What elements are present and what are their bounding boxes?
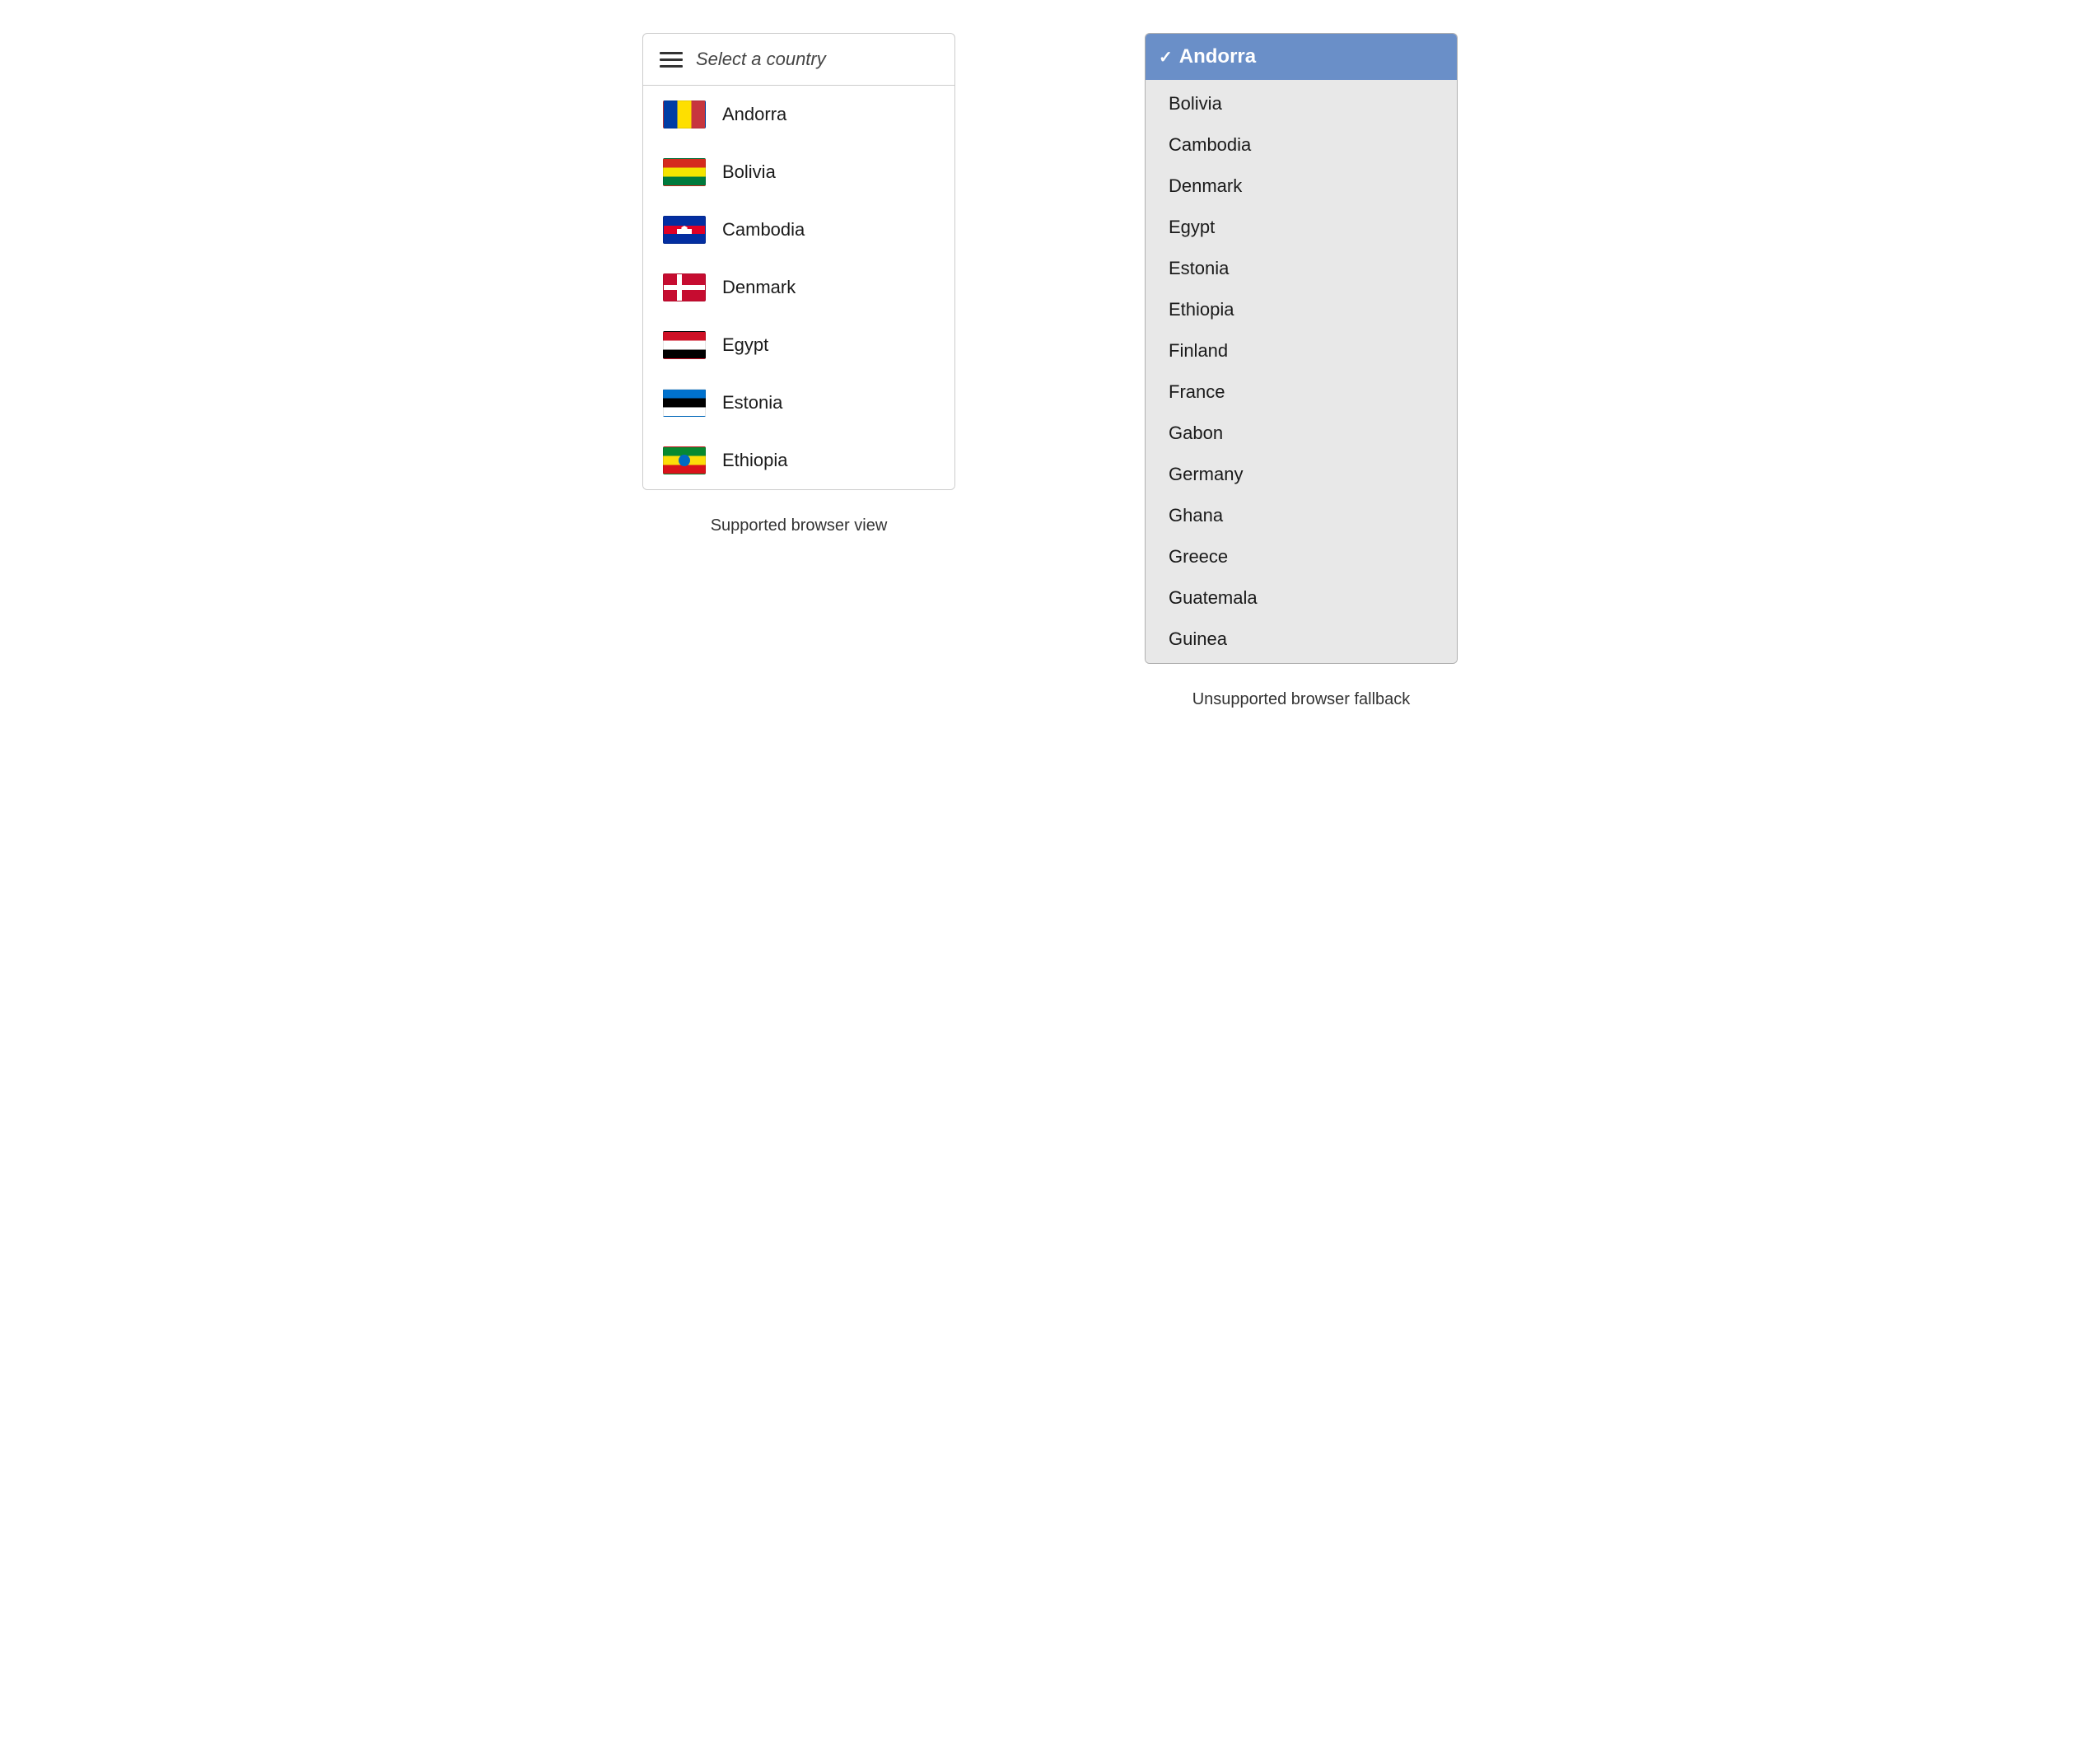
list-item[interactable]: Andorra (643, 86, 954, 143)
list-item[interactable]: Finland (1146, 330, 1457, 371)
left-panel: Select a country Andorra Bolivia Cambodia D… (597, 33, 1001, 535)
flag-dk (663, 273, 706, 301)
country-name-label: Estonia (722, 392, 782, 413)
list-item[interactable]: Estonia (1146, 248, 1457, 289)
flag-ad (663, 100, 706, 128)
flag-et (663, 446, 706, 474)
list-item[interactable]: Gabon (1146, 413, 1457, 454)
list-item[interactable]: Denmark (1146, 166, 1457, 207)
list-item[interactable]: Greece (1146, 536, 1457, 577)
list-item[interactable]: Cambodia (643, 201, 954, 259)
native-select-component: ✓ Andorra BoliviaCambodiaDenmarkEgyptEst… (1145, 33, 1458, 664)
country-name-label: Egypt (722, 334, 768, 356)
list-item[interactable]: Bolivia (643, 143, 954, 201)
list-item[interactable]: Cambodia (1146, 124, 1457, 166)
native-select-list: BoliviaCambodiaDenmarkEgyptEstoniaEthiop… (1146, 80, 1457, 663)
list-item[interactable]: Egypt (643, 316, 954, 374)
list-item[interactable]: Denmark (643, 259, 954, 316)
list-item[interactable]: France (1146, 371, 1457, 413)
flag-bo (663, 158, 706, 186)
selected-country-label: Andorra (1179, 45, 1256, 68)
list-item[interactable]: Ghana (1146, 495, 1457, 536)
country-name-label: Cambodia (722, 219, 805, 241)
page-wrapper: Select a country AndorraBoliviaCambodiaD… (597, 33, 1503, 709)
right-panel-label: Unsupported browser fallback (1192, 690, 1411, 709)
custom-dropdown-list[interactable]: Andorra Bolivia Cambodia Denmark Egypt Estoni… (643, 86, 954, 489)
country-name-label: Andorra (722, 104, 786, 125)
select-trigger[interactable]: Select a country (643, 34, 954, 86)
select-placeholder: Select a country (696, 49, 826, 70)
custom-select-component: Select a country Andorra Bolivia Cambodia D… (642, 33, 955, 490)
native-select-selected[interactable]: ✓ Andorra (1146, 34, 1457, 80)
flag-ee (663, 389, 706, 417)
hamburger-icon (660, 52, 683, 68)
list-item[interactable]: Germany (1146, 454, 1457, 495)
list-item[interactable]: Guatemala (1146, 577, 1457, 619)
list-item[interactable]: Guinea (1146, 619, 1457, 660)
country-name-label: Ethiopia (722, 450, 788, 471)
list-item[interactable]: Egypt (1146, 207, 1457, 248)
right-panel: ✓ Andorra BoliviaCambodiaDenmarkEgyptEst… (1099, 33, 1503, 709)
country-name-label: Denmark (722, 277, 796, 298)
list-item[interactable]: Estonia (643, 374, 954, 432)
list-item[interactable]: Bolivia (1146, 83, 1457, 124)
list-item[interactable]: Ethiopia (643, 432, 954, 489)
country-name-label: Bolivia (722, 161, 776, 183)
checkmark-icon: ✓ (1159, 47, 1173, 68)
flag-kh (663, 216, 706, 244)
left-panel-label: Supported browser view (711, 516, 888, 535)
flag-eg (663, 331, 706, 359)
list-item[interactable]: Ethiopia (1146, 289, 1457, 330)
